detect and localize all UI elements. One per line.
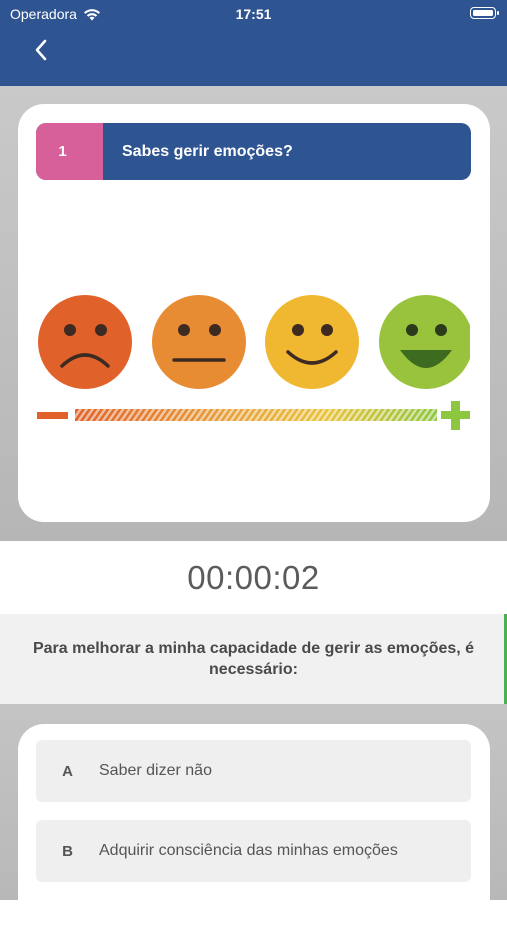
prompt-section: Para melhorar a minha capacidade de geri… — [0, 614, 507, 704]
app-header: Operadora 17:51 — [0, 0, 507, 86]
question-card: 1 Sabes gerir emoções? — [18, 104, 490, 522]
prompt-text: Para melhorar a minha capacidade de geri… — [32, 640, 475, 678]
very-sad-face-icon[interactable] — [38, 295, 132, 389]
plus-icon — [441, 401, 470, 430]
smiling-face-icon[interactable] — [265, 295, 359, 389]
option-text: Adquirir consciência das minhas emoções — [99, 842, 398, 859]
timer-section: 00:00:02 — [0, 541, 507, 614]
laughing-face-icon[interactable] — [379, 295, 473, 389]
emotion-scale — [37, 295, 473, 430]
neutral-face-icon[interactable] — [152, 295, 246, 389]
option-b[interactable]: B Adquirir consciência das minhas emoçõe… — [36, 820, 471, 882]
battery-icon — [470, 7, 499, 19]
answers-background: A Saber dizer não B Adquirir consciência… — [0, 704, 507, 934]
elapsed-timer: 00:00:02 — [187, 559, 320, 596]
option-letter: A — [62, 762, 73, 780]
option-text: Saber dizer não — [99, 762, 212, 779]
answers-card: A Saber dizer não B Adquirir consciência… — [18, 724, 490, 934]
minus-icon — [37, 412, 68, 419]
status-time: 17:51 — [235, 6, 272, 22]
back-chevron-icon[interactable] — [30, 38, 54, 62]
option-letter: B — [62, 842, 73, 860]
option-a[interactable]: A Saber dizer não — [36, 740, 471, 802]
